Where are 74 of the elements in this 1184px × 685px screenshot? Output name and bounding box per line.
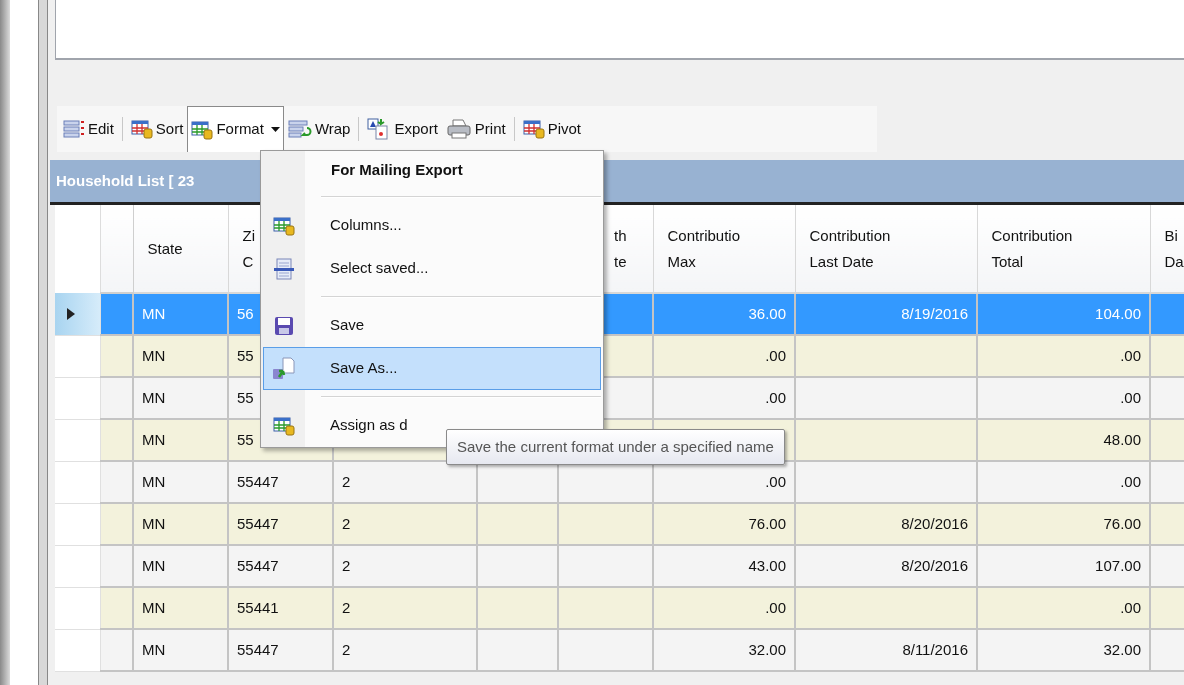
table-cell: .00 xyxy=(765,388,786,406)
table-cell: 55447 xyxy=(237,556,279,574)
table-cell: 8/19/2016 xyxy=(901,304,968,322)
save-as-icon xyxy=(272,356,296,381)
table-cell: MN xyxy=(142,640,166,658)
table-cell: 2 xyxy=(342,556,351,574)
table-cell: MN xyxy=(142,430,166,448)
column-header[interactable]: Zi C xyxy=(242,222,255,275)
toolbar-button[interactable]: Wrap xyxy=(283,106,355,152)
printer-icon xyxy=(445,118,472,140)
table-cell: MN xyxy=(142,304,166,322)
table-cell: MN xyxy=(142,598,166,616)
table-icon xyxy=(522,119,545,139)
row-header[interactable] xyxy=(55,293,100,335)
table-cell: 56 xyxy=(237,304,254,322)
table-cell: .00 xyxy=(765,472,786,490)
table-cell: 76.00 xyxy=(1103,514,1141,532)
table-cell: 2 xyxy=(342,598,351,616)
table-cell: 55 xyxy=(237,430,254,448)
table-cell: MN xyxy=(142,472,166,490)
menu-item[interactable]: Columns... xyxy=(263,204,601,247)
table-cell: 76.00 xyxy=(748,514,786,532)
table-cell: 55441 xyxy=(237,598,279,616)
table-cell: MN xyxy=(142,556,166,574)
table-cell: .00 xyxy=(765,598,786,616)
table-cell: 2 xyxy=(342,472,351,490)
table-cell: 55447 xyxy=(237,640,279,658)
table-cell: MN xyxy=(142,346,166,364)
table-icon xyxy=(273,415,295,436)
table-cell: .00 xyxy=(1120,388,1141,406)
table-cell: 104.00 xyxy=(1095,304,1141,322)
table-cell: 32.00 xyxy=(1103,640,1141,658)
table-cell: MN xyxy=(142,388,166,406)
table-cell: 8/11/2016 xyxy=(902,640,968,658)
table-cell: 2 xyxy=(342,514,351,532)
list-icon xyxy=(63,119,85,139)
menu-item[interactable]: Save As... xyxy=(263,347,601,390)
table-cell: 107.00 xyxy=(1095,556,1141,574)
column-header[interactable]: State xyxy=(147,235,183,262)
wrap-icon xyxy=(287,119,312,139)
text-area[interactable] xyxy=(55,0,1184,60)
toolbar-button[interactable]: Sort xyxy=(126,106,188,152)
table-icon xyxy=(191,119,214,140)
table-cell: 48.00 xyxy=(1103,430,1141,448)
form-icon xyxy=(273,257,295,280)
table-cell: .00 xyxy=(1120,472,1141,490)
table-cell: 55447 xyxy=(237,472,279,490)
table-cell: .00 xyxy=(1120,346,1141,364)
menu-item[interactable]: Save xyxy=(263,304,601,347)
table-icon xyxy=(130,119,153,139)
toolbar-button[interactable]: Edit xyxy=(59,106,118,152)
table-cell: .00 xyxy=(765,346,786,364)
table-cell: 32.00 xyxy=(748,640,786,658)
column-header[interactable]: th te xyxy=(614,222,627,275)
menu-title: For Mailing Export xyxy=(331,160,463,181)
current-row-icon xyxy=(67,307,75,320)
table-cell: 2 xyxy=(342,640,351,658)
panel-title: Household List [ 23 xyxy=(56,170,195,191)
menu-item[interactable]: Select saved... xyxy=(263,247,601,290)
toolbar-button[interactable]: Format xyxy=(187,106,284,152)
table-cell: MN xyxy=(142,514,166,532)
table-cell: 55 xyxy=(237,346,254,364)
table-icon xyxy=(273,215,295,236)
table-cell: 55 xyxy=(237,388,254,406)
toolbar-button[interactable]: Export xyxy=(363,106,442,152)
splitter-bar[interactable] xyxy=(38,0,48,685)
tooltip: Save the current format under a specified name xyxy=(446,429,785,465)
table-cell: 8/20/2016 xyxy=(901,556,968,574)
table-cell: 36.00 xyxy=(748,304,786,322)
table-cell: 43.00 xyxy=(748,556,786,574)
table-cell: .00 xyxy=(1120,598,1141,616)
table-cell: 55447 xyxy=(237,514,279,532)
toolbar-button[interactable]: Print xyxy=(441,106,510,152)
table-cell: 8/20/2016 xyxy=(901,514,968,532)
